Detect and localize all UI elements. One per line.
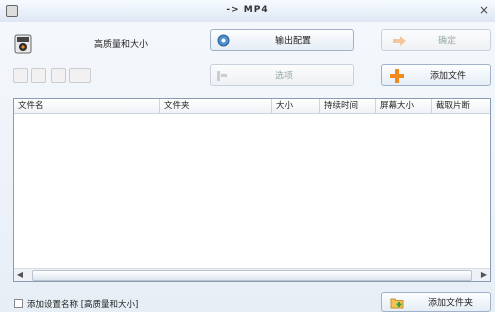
scroll-right-icon[interactable]: ▶ bbox=[478, 269, 490, 281]
scroll-left-icon[interactable]: ◀ bbox=[14, 269, 26, 281]
table-header: 文件名 文件夹 大小 持续时间 屏幕大小 截取片断 bbox=[14, 99, 490, 114]
ok-label: 确定 bbox=[438, 36, 457, 47]
options-label: 选项 bbox=[275, 71, 294, 82]
info-icon[interactable] bbox=[69, 68, 91, 83]
add-folder-button[interactable]: 添加文件夹 bbox=[381, 292, 491, 312]
options-button[interactable]: 选项 bbox=[210, 64, 354, 86]
scroll-thumb[interactable] bbox=[32, 270, 472, 281]
folder-plus-icon bbox=[390, 298, 404, 309]
add-file-label: 添加文件 bbox=[430, 71, 467, 82]
cut-icon[interactable] bbox=[31, 68, 46, 83]
options-icon bbox=[217, 71, 227, 81]
column-header[interactable]: 屏幕大小 bbox=[376, 99, 432, 113]
column-header[interactable]: 文件名 bbox=[14, 99, 160, 113]
title-bar: -> MP4 × bbox=[0, 0, 495, 23]
config-disc-icon bbox=[217, 34, 230, 47]
column-header[interactable]: 文件夹 bbox=[160, 99, 272, 113]
column-header[interactable]: 持续时间 bbox=[320, 99, 376, 113]
column-header[interactable]: 截取片断 bbox=[432, 99, 490, 113]
file-table[interactable]: 文件名 文件夹 大小 持续时间 屏幕大小 截取片断 ◀ ▶ bbox=[13, 98, 491, 282]
horizontal-scrollbar[interactable]: ◀ ▶ bbox=[14, 268, 490, 281]
output-config-button[interactable]: 输出配置 bbox=[210, 29, 354, 51]
profile-label: 高质量和大小 bbox=[94, 40, 149, 50]
play-icon[interactable] bbox=[13, 68, 28, 83]
window-title: -> MP4 bbox=[226, 5, 269, 15]
add-file-button[interactable]: 添加文件 bbox=[381, 64, 491, 86]
column-header[interactable]: 大小 bbox=[272, 99, 320, 113]
add-setting-name-label: 添加设置名称 [高质量和大小] bbox=[27, 300, 139, 310]
close-icon[interactable]: × bbox=[479, 3, 489, 17]
add-setting-name-checkbox[interactable] bbox=[14, 299, 23, 308]
output-config-label: 输出配置 bbox=[275, 36, 312, 47]
ok-button[interactable]: 确定 bbox=[381, 29, 491, 51]
arrow-right-icon bbox=[393, 36, 406, 46]
plus-icon bbox=[390, 69, 404, 83]
mp4-profile-icon bbox=[14, 34, 32, 54]
record-icon[interactable] bbox=[51, 68, 66, 83]
add-folder-label: 添加文件夹 bbox=[428, 298, 474, 309]
